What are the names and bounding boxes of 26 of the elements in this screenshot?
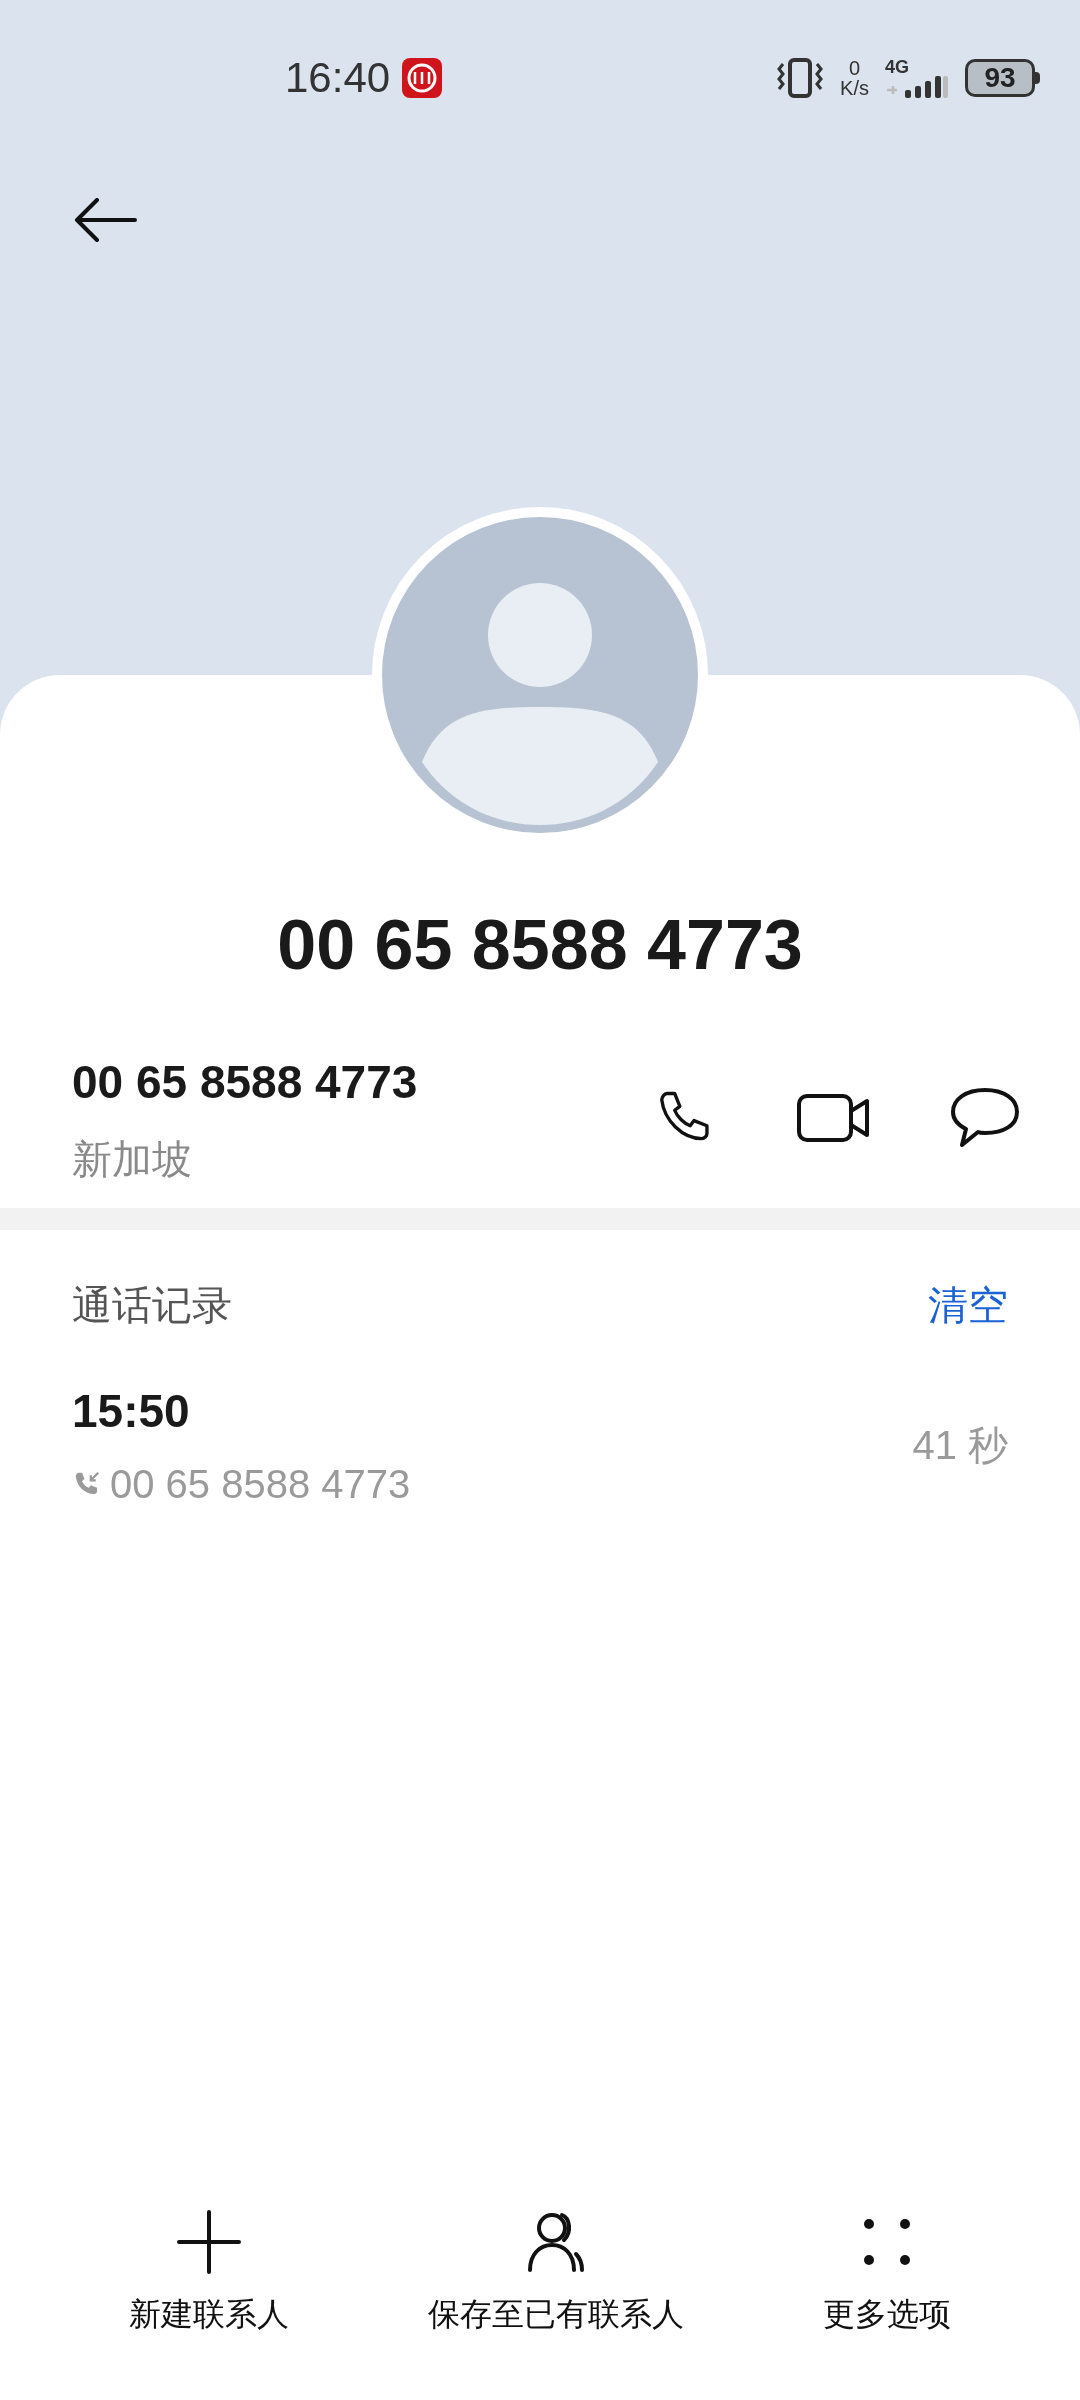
video-camera-icon bbox=[796, 1093, 870, 1143]
network-type: 4G bbox=[885, 57, 909, 76]
battery-indicator: 93 bbox=[965, 58, 1040, 97]
speech-bubble-icon bbox=[950, 1087, 1020, 1149]
back-icon bbox=[73, 198, 137, 242]
status-time: 16:40 bbox=[285, 53, 391, 103]
call-number: 00 65 8588 4773 bbox=[110, 1460, 411, 1508]
number-location: 新加坡 bbox=[72, 1135, 193, 1183]
call-duration: 41 秒 bbox=[912, 1422, 1008, 1469]
net-speed-value: 0 bbox=[849, 57, 861, 78]
phone-number: 00 65 8588 4773 bbox=[72, 1054, 418, 1110]
section-title: 通话记录 bbox=[72, 1282, 232, 1329]
signal-icon bbox=[885, 75, 949, 98]
message-button[interactable] bbox=[950, 1087, 1020, 1149]
plus-icon bbox=[177, 2210, 242, 2274]
vibrate-icon bbox=[776, 57, 825, 98]
clear-button[interactable]: 清空 bbox=[928, 1275, 1008, 1335]
action-button[interactable]: 新建联系人 bbox=[113, 2210, 306, 2370]
action-button[interactable]: 保存至已有联系人 bbox=[412, 2210, 700, 2370]
contact-title: 00 65 8588 4773 bbox=[277, 905, 803, 986]
action-button[interactable]: 更多选项 bbox=[806, 2210, 967, 2370]
app-logo-icon bbox=[402, 57, 443, 98]
call-log-entry[interactable]: 15:50 00 65 8588 4773 41 秒 bbox=[0, 1365, 1080, 1525]
call-time: 15:50 bbox=[72, 1383, 191, 1439]
net-speed-unit: K/s bbox=[840, 77, 869, 98]
video-call-button[interactable] bbox=[796, 1093, 870, 1143]
